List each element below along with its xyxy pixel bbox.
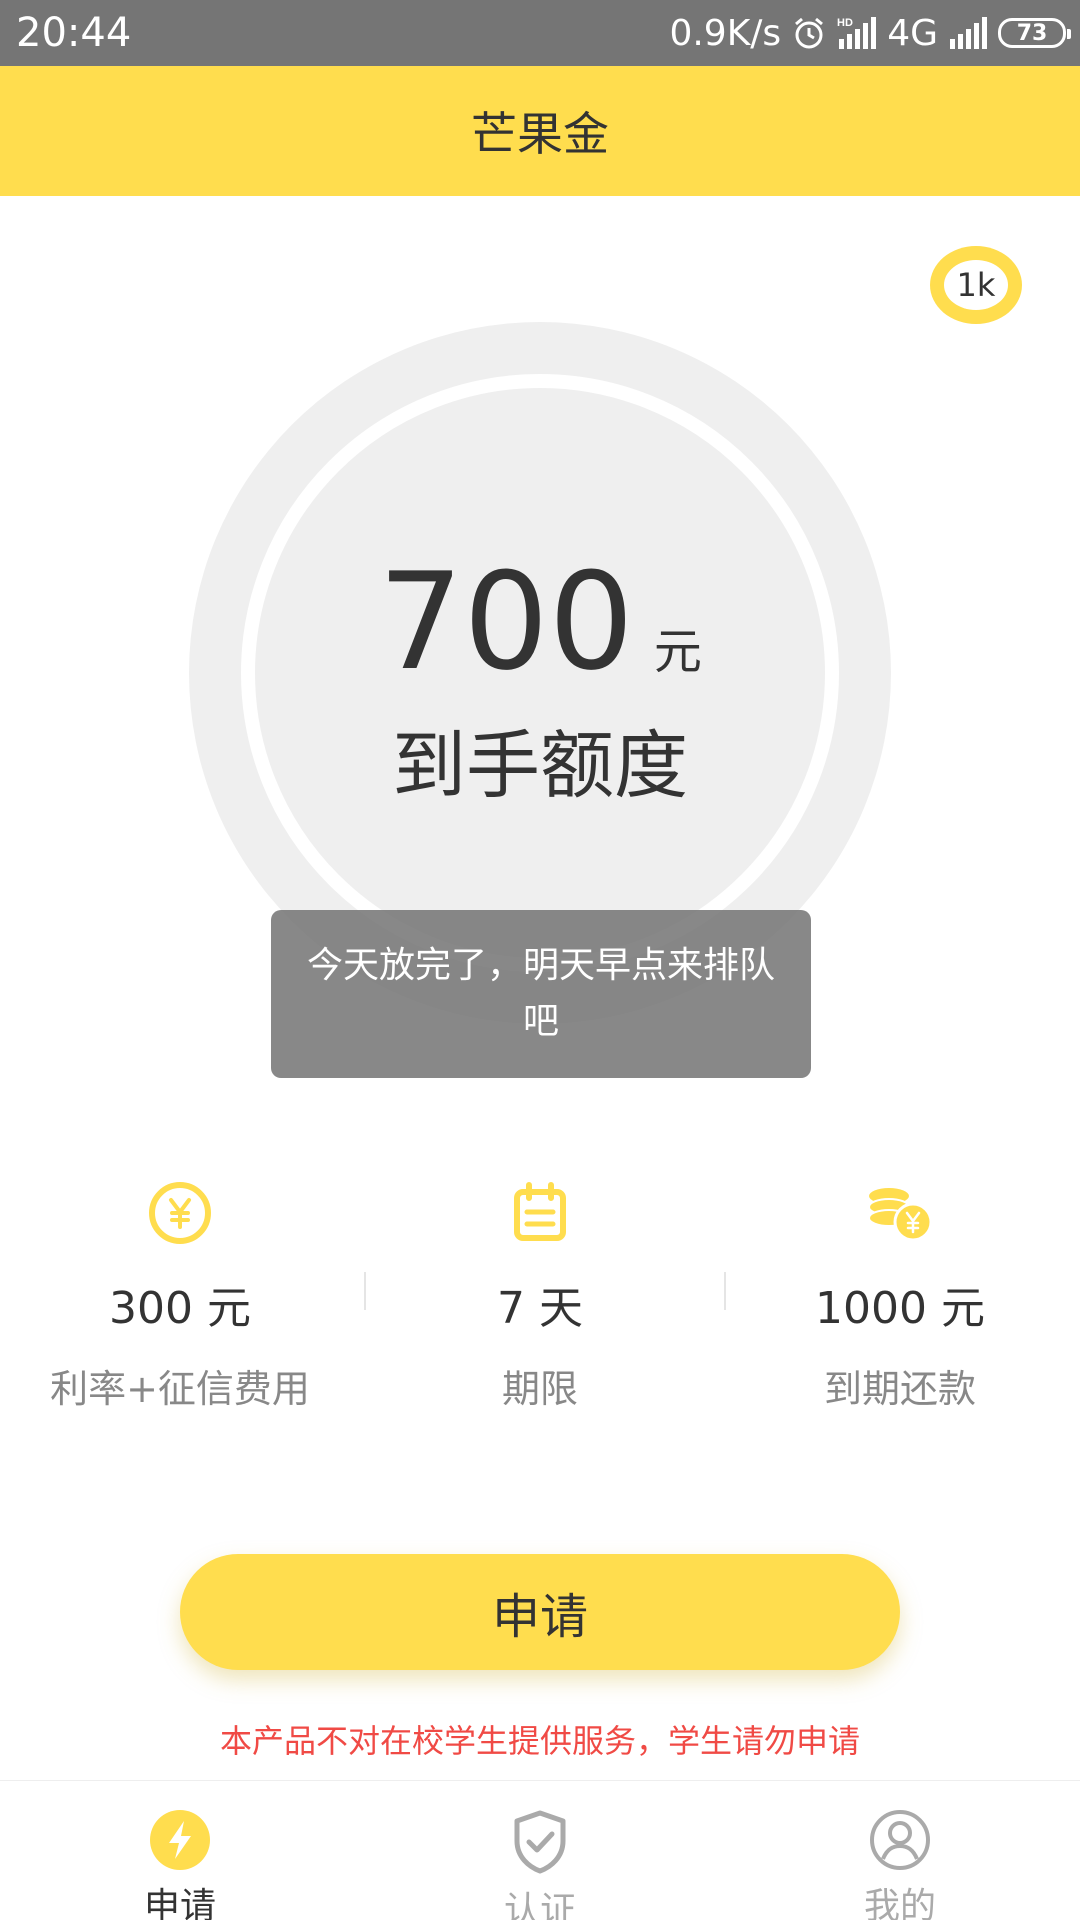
loan-stats: 300 元 利率+征信费用 7 天 期限 1000 元 到期还款	[0, 1180, 1080, 1411]
svg-text:HD: HD	[837, 17, 853, 29]
status-bar: 20:44 0.9K/s HD 4G 73	[0, 0, 1080, 66]
nav-item-apply[interactable]: 申请	[0, 1809, 360, 1920]
nav-label: 我的	[863, 1886, 936, 1920]
stat-interest: 300 元 利率+征信费用	[0, 1180, 360, 1413]
toast-message: 今天放完了，明天早点来排队吧	[271, 910, 811, 1078]
app-bar: 芒果金	[0, 66, 1080, 196]
yen-coin-icon	[149, 1182, 211, 1244]
status-icons: 0.9K/s HD 4G 73	[669, 8, 1071, 58]
amount-unit: 元	[653, 624, 702, 680]
network-type: 4G	[887, 12, 938, 54]
amount-label: 到手额度	[392, 723, 688, 809]
quota-badge[interactable]: 1k	[930, 246, 1022, 324]
hd-signal-icon: HD	[837, 17, 877, 49]
nav-label: 认证	[503, 1890, 576, 1920]
calendar-icon	[514, 1182, 566, 1241]
user-icon	[870, 1810, 930, 1870]
page-title: 芒果金	[471, 107, 609, 161]
amount-value: 700	[378, 544, 634, 700]
stat-term: 7 天 期限	[360, 1180, 720, 1413]
stat-value: 7 天	[497, 1283, 583, 1334]
cell-signal-icon	[950, 17, 987, 49]
stat-label: 到期还款	[823, 1367, 976, 1411]
stat-repayment: 1000 元 到期还款	[720, 1180, 1080, 1413]
battery-level: 73	[1016, 20, 1048, 46]
apply-button[interactable]: 申请	[180, 1554, 900, 1670]
stat-value: 300 元	[109, 1283, 251, 1334]
nav-label: 申请	[143, 1886, 216, 1920]
alarm-icon	[795, 17, 824, 49]
status-time: 20:44	[16, 10, 132, 56]
stat-label: 利率+征信费用	[50, 1367, 310, 1411]
bottom-nav: 申请 认证 我的	[0, 1780, 1080, 1920]
coins-stack-icon	[868, 1188, 933, 1242]
network-speed: 0.9K/s	[669, 12, 782, 54]
badge-label: 1k	[956, 266, 996, 304]
student-notice: 本产品不对在校学生提供服务，学生请勿申请	[219, 1722, 860, 1760]
stat-value: 1000 元	[815, 1283, 985, 1334]
battery-icon: 73	[998, 18, 1071, 48]
nav-item-profile[interactable]: 我的	[720, 1809, 1080, 1920]
amount-display: 700 元	[0, 555, 1080, 689]
lightning-icon	[150, 1810, 210, 1870]
shield-check-icon	[514, 1810, 566, 1874]
nav-item-verify[interactable]: 认证	[360, 1809, 720, 1920]
stat-label: 期限	[501, 1367, 578, 1411]
